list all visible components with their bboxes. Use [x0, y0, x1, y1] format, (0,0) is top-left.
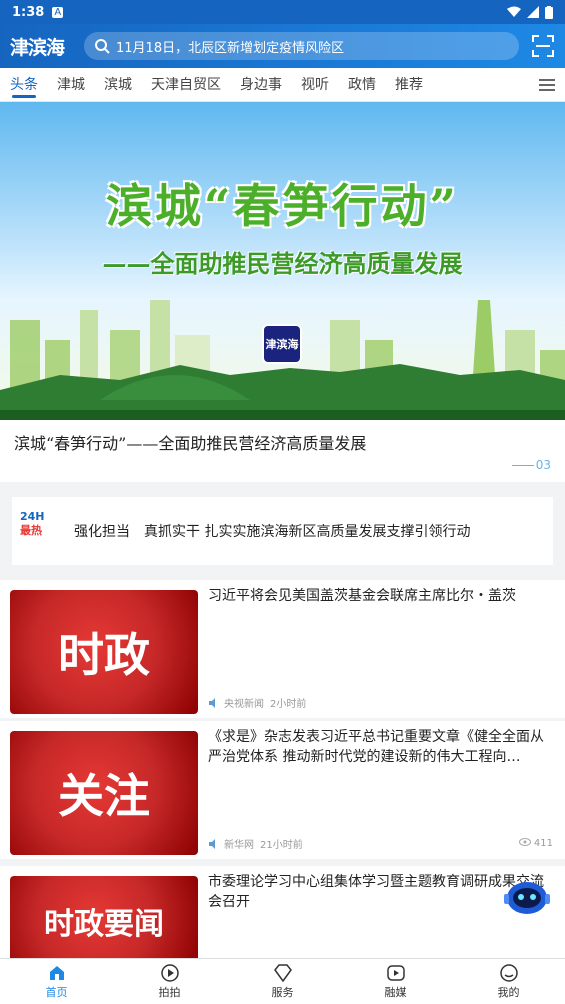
- eye-icon: [518, 838, 531, 846]
- news-item[interactable]: 时政 习近平将会见美国盖茨基金会联席主席比尔・盖茨 央视新闻 2小时前: [0, 580, 565, 718]
- home-icon: [49, 965, 64, 980]
- badge-24h: 24H: [20, 510, 45, 523]
- search-icon: [95, 39, 110, 54]
- news-time: 21小时前: [260, 840, 303, 851]
- category-tabs: 头条 津城 滨城 天津自贸区 身边事 视听 政情 推荐: [0, 68, 565, 102]
- news-item[interactable]: 时政要闻 市委理论学习中心组集体学习暨主题教育调研成果交流会召开: [0, 866, 565, 966]
- speaker-icon: [209, 697, 215, 708]
- search-input[interactable]: 11月18日，北辰区新增划定疫情风险区: [84, 32, 519, 60]
- tab-tianjin-ftz[interactable]: 天津自贸区: [151, 68, 221, 102]
- status-time: 1:38: [12, 4, 45, 20]
- news-thumbnail: 关注: [10, 731, 198, 855]
- nav-capture-label: 拍拍: [158, 985, 181, 999]
- news-thumbnail: 时政: [10, 590, 198, 714]
- nav-service[interactable]: 服务: [226, 959, 339, 1004]
- news-meta: 央视新闻 2小时前: [208, 695, 553, 710]
- tab-politics[interactable]: 政情: [348, 68, 376, 102]
- tab-nearby[interactable]: 身边事: [240, 68, 282, 102]
- nav-service-label: 服务: [271, 985, 294, 999]
- banner-caption[interactable]: 滨城“春笋行动”——全面助推民营经济高质量发展 03: [0, 420, 565, 482]
- banner-caption-text: 滨城“春笋行动”——全面助推民营经济高质量发展: [14, 434, 367, 453]
- search-placeholder: 11月18日，北辰区新增划定疫情风险区: [116, 40, 345, 56]
- banner-logo: 津滨海: [262, 324, 302, 364]
- scan-icon[interactable]: [531, 34, 555, 58]
- news-source: 新华网: [224, 840, 254, 851]
- view-count: 411: [518, 838, 553, 849]
- signal-icon: [527, 6, 539, 18]
- news-time: 2小时前: [270, 699, 307, 710]
- news-title: 市委理论学习中心组集体学习暨主题教育调研成果交流会召开: [208, 874, 544, 910]
- assistant-robot-icon[interactable]: [504, 876, 550, 916]
- app-logo: 津滨海: [10, 36, 65, 59]
- tab-jincheng[interactable]: 津城: [57, 68, 85, 102]
- hot-news-ticker[interactable]: 24H 最热 强化担当 真抓实干 扎实实施滨海新区高质量发展支撑引领行动: [12, 497, 553, 565]
- battery-icon: [545, 5, 553, 19]
- hot-news-text: 强化担当 真抓实干 扎实实施滨海新区高质量发展支撑引领行动: [74, 524, 471, 540]
- nav-media[interactable]: 融媒: [339, 959, 452, 1004]
- tab-video[interactable]: 视听: [301, 68, 329, 102]
- speaker-icon: [209, 838, 215, 849]
- tab-recommend[interactable]: 推荐: [395, 68, 423, 102]
- tab-headlines[interactable]: 头条: [10, 68, 38, 102]
- nav-profile[interactable]: 我的: [452, 959, 565, 1004]
- view-count-value: 411: [533, 838, 553, 849]
- news-title: 习近平将会见美国盖茨基金会联席主席比尔・盖茨: [208, 588, 516, 604]
- play-circle-icon: [160, 963, 179, 982]
- news-thumbnail: 时政要闻: [10, 876, 198, 966]
- status-icons: [507, 5, 553, 19]
- banner-title: 滨城“春笋行动”: [106, 179, 459, 233]
- tab-bincheng[interactable]: 滨城: [104, 68, 132, 102]
- news-title: 《求是》杂志发表习近平总书记重要文章《健全全面从严治党体系 推动新时代党的建设新…: [208, 729, 544, 765]
- badge-hot: 最热: [20, 524, 42, 537]
- bottom-navigation: 首页 拍拍 服务 融媒 我的: [0, 958, 565, 1004]
- nav-profile-label: 我的: [497, 985, 520, 999]
- media-play-icon: [386, 964, 405, 981]
- top-bar: 津滨海 11月18日，北辰区新增划定疫情风险区: [0, 24, 565, 68]
- news-meta: 新华网 21小时前 411: [208, 836, 553, 851]
- diamond-icon: [273, 963, 292, 982]
- news-item[interactable]: 关注 《求是》杂志发表习近平总书记重要文章《健全全面从严治党体系 推动新时代党的…: [0, 721, 565, 859]
- smile-icon: [499, 963, 518, 982]
- banner-carousel[interactable]: 滨城“春笋行动” ——全面助推民营经济高质量发展 津滨海: [0, 102, 565, 420]
- banner-subtitle: ——全面助推民营经济高质量发展: [102, 249, 463, 278]
- nav-capture[interactable]: 拍拍: [113, 959, 226, 1004]
- notification-a-icon: A: [52, 6, 64, 18]
- news-source: 央视新闻: [224, 699, 264, 710]
- banner-index: 03: [512, 458, 551, 472]
- wifi-icon: [507, 6, 521, 17]
- nav-home[interactable]: 首页: [0, 959, 113, 1004]
- nav-media-label: 融媒: [384, 985, 407, 999]
- status-bar: 1:38 A: [0, 0, 565, 24]
- nav-home-label: 首页: [45, 985, 68, 999]
- menu-icon[interactable]: [539, 76, 555, 94]
- 24h-hot-badge: 24H 最热: [20, 510, 62, 552]
